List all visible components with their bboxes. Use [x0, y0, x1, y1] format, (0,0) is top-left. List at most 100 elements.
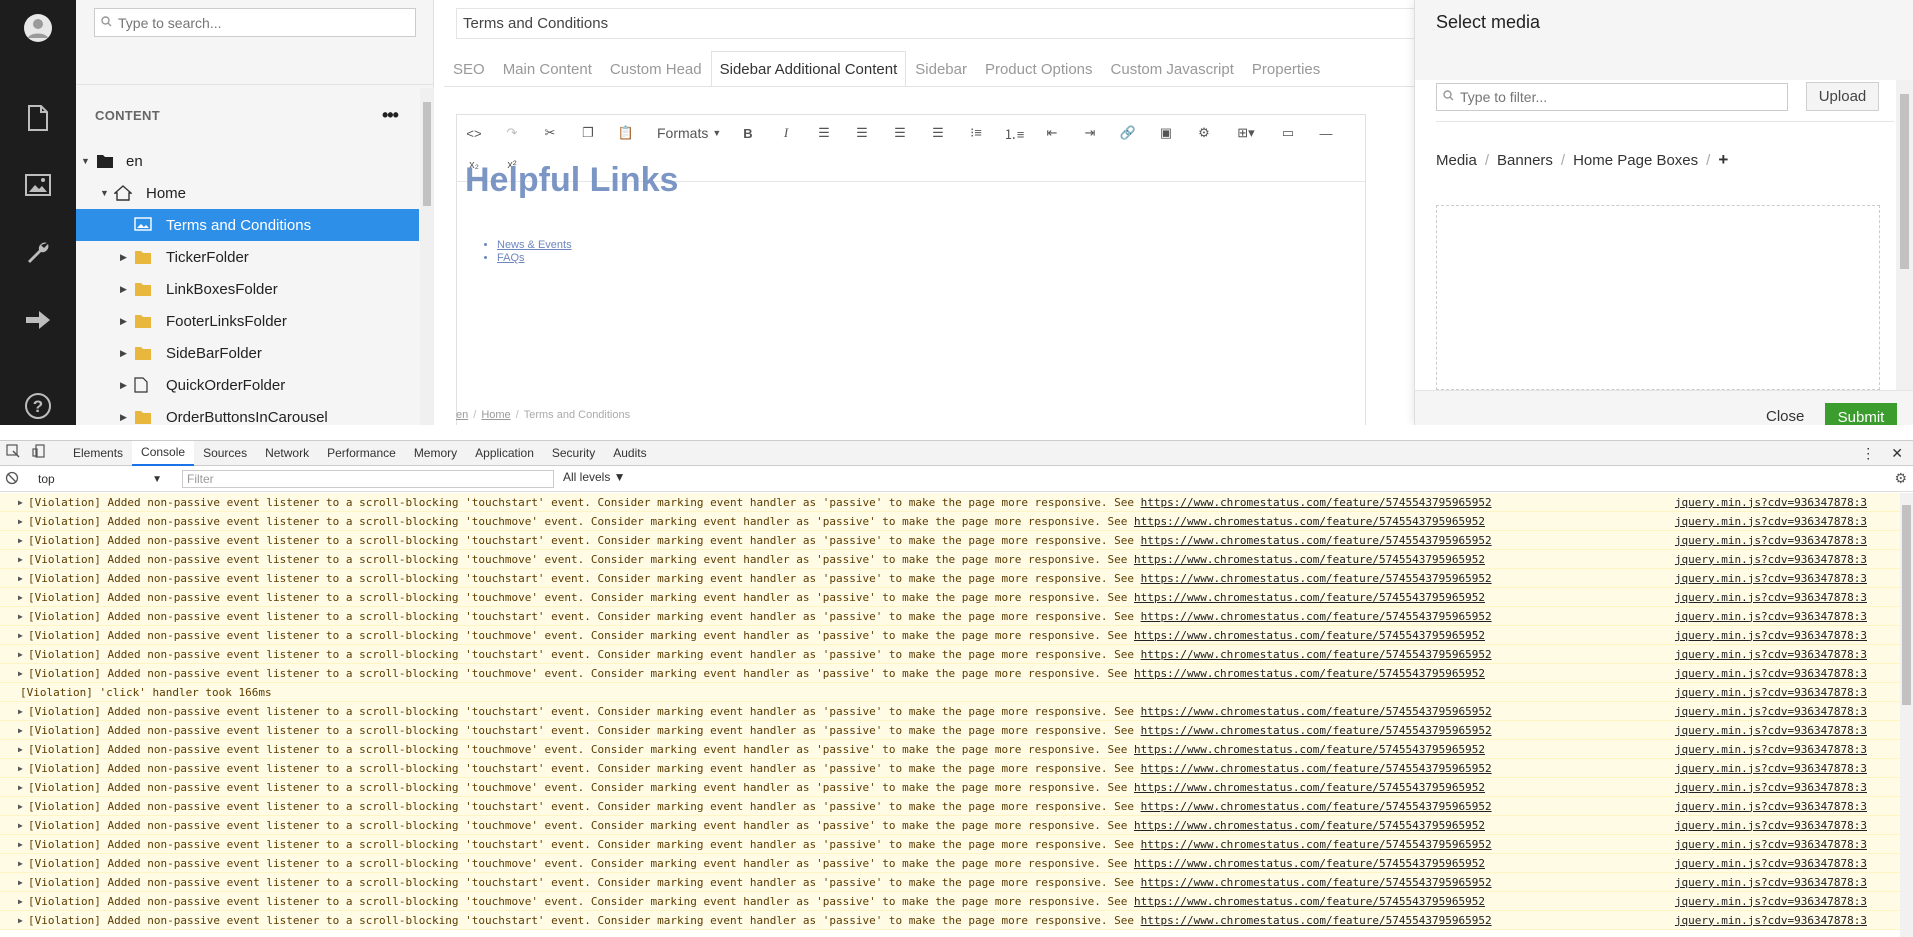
caret-right-icon[interactable]: ▶ [120, 252, 127, 263]
tab-main-content[interactable]: Main Content [494, 51, 601, 87]
expand-triangle-icon[interactable]: ▶ [18, 878, 23, 887]
submit-button[interactable]: Submit [1825, 403, 1897, 425]
chromestatus-link[interactable]: https://www.chromestatus.com/feature/574… [1134, 857, 1485, 870]
tree-node[interactable]: ▶ LinkBoxesFolder [76, 273, 419, 305]
chromestatus-link[interactable]: https://www.chromestatus.com/feature/574… [1134, 591, 1485, 604]
bullet-list-icon[interactable]: ⁝≡ [963, 121, 989, 145]
chromestatus-link[interactable]: https://www.chromestatus.com/feature/574… [1141, 572, 1492, 585]
expand-triangle-icon[interactable]: ▶ [18, 555, 23, 564]
console-message[interactable]: ▶ [Violation] Added non-passive event lis… [0, 816, 1900, 835]
table-icon[interactable]: ⊞▾ [1229, 121, 1263, 145]
devtools-tab-sources[interactable]: Sources [194, 441, 256, 466]
chromestatus-link[interactable]: https://www.chromestatus.com/feature/574… [1134, 743, 1485, 756]
expand-triangle-icon[interactable]: ▶ [18, 859, 23, 868]
log-levels-dropdown[interactable]: All levels ▼ [563, 470, 626, 484]
media-filter[interactable] [1436, 83, 1788, 111]
caret-right-icon[interactable]: ▶ [120, 380, 127, 391]
console-message[interactable]: [Violation] 'click' handler took 166ms jq… [0, 683, 1900, 702]
console-message[interactable]: ▶ [Violation] Added non-passive event lis… [0, 892, 1900, 911]
source-link[interactable]: jquery.min.js?cdv=936347878:3 [1675, 781, 1867, 794]
devtools-tab-performance[interactable]: Performance [318, 441, 405, 466]
cut-icon[interactable]: ✂ [537, 121, 563, 145]
tree-node[interactable]: ▶ QuickOrderFolder [76, 369, 419, 401]
source-link[interactable]: jquery.min.js?cdv=936347878:3 [1675, 610, 1867, 623]
console-message[interactable]: ▶ [Violation] Added non-passive event lis… [0, 702, 1900, 721]
search-input[interactable] [118, 14, 398, 31]
devtools-tab-network[interactable]: Network [256, 441, 318, 466]
devtools-tab-elements[interactable]: Elements [64, 441, 132, 466]
tree-node[interactable]: ▼ en [76, 145, 419, 177]
expand-triangle-icon[interactable]: ▶ [18, 669, 23, 678]
expand-triangle-icon[interactable]: ▶ [18, 517, 23, 526]
outdent-icon[interactable]: ⇤ [1039, 121, 1065, 145]
source-link[interactable]: jquery.min.js?cdv=936347878:3 [1675, 667, 1867, 680]
expand-triangle-icon[interactable]: ▶ [18, 498, 23, 507]
tab-custom-head[interactable]: Custom Head [601, 51, 711, 87]
tree-node[interactable]: ▶ FooterLinksFolder [76, 305, 419, 337]
expand-triangle-icon[interactable]: ▶ [18, 764, 23, 773]
document-icon[interactable] [0, 90, 76, 146]
devtools-tab-security[interactable]: Security [543, 441, 604, 466]
add-folder-icon[interactable]: + [1718, 150, 1728, 170]
insert-image-icon[interactable]: ▣ [1153, 121, 1179, 145]
console-message[interactable]: ▶ [Violation] Added non-passive event lis… [0, 588, 1900, 607]
chromestatus-link[interactable]: https://www.chromestatus.com/feature/574… [1141, 496, 1492, 509]
chromestatus-link[interactable]: https://www.chromestatus.com/feature/574… [1134, 895, 1485, 908]
source-link[interactable]: jquery.min.js?cdv=936347878:3 [1675, 819, 1867, 832]
source-link[interactable]: jquery.min.js?cdv=936347878:3 [1675, 762, 1867, 775]
tab-custom-javascript[interactable]: Custom Javascript [1102, 51, 1243, 87]
tree-actions-menu-icon[interactable]: ••• [382, 105, 399, 126]
console-scrollbar[interactable] [1900, 493, 1913, 937]
italic-icon[interactable]: I [773, 121, 799, 145]
source-link[interactable]: jquery.min.js?cdv=936347878:3 [1675, 705, 1867, 718]
align-justify-icon[interactable]: ☰ [925, 121, 951, 145]
chromestatus-link[interactable]: https://www.chromestatus.com/feature/574… [1134, 819, 1485, 832]
breadcrumb-en[interactable]: en [456, 409, 468, 421]
caret-right-icon[interactable]: ▶ [120, 284, 127, 295]
news-events-link[interactable]: News & Events [497, 239, 572, 251]
expand-triangle-icon[interactable]: ▶ [18, 916, 23, 925]
console-message[interactable]: ▶ [Violation] Added non-passive event lis… [0, 797, 1900, 816]
document-title-field[interactable]: Terms and Conditions [456, 8, 1426, 39]
console-message[interactable]: ▶ [Violation] Added non-passive event lis… [0, 607, 1900, 626]
tree-search[interactable] [94, 8, 416, 37]
expand-triangle-icon[interactable]: ▶ [18, 840, 23, 849]
redo-icon[interactable]: ↷ [499, 121, 525, 145]
align-right-icon[interactable]: ☰ [887, 121, 913, 145]
chromestatus-link[interactable]: https://www.chromestatus.com/feature/574… [1141, 762, 1492, 775]
tree-node[interactable]: ▶ TickerFolder [76, 241, 419, 273]
console-message[interactable]: ▶ [Violation] Added non-passive event lis… [0, 664, 1900, 683]
gear-icon[interactable]: ⚙ [1894, 470, 1907, 487]
chromestatus-link[interactable]: https://www.chromestatus.com/feature/574… [1141, 800, 1492, 813]
scrollbar-thumb[interactable] [1900, 94, 1909, 269]
horizontal-rule-icon[interactable]: — [1313, 121, 1339, 145]
caret-right-icon[interactable]: ▶ [120, 316, 127, 327]
expand-triangle-icon[interactable]: ▶ [18, 802, 23, 811]
tree-node[interactable]: ▶ OrderButtonsInCarousel [76, 401, 419, 426]
close-icon[interactable]: ✕ [1891, 445, 1903, 462]
clear-console-icon[interactable] [5, 471, 19, 490]
wrench-icon[interactable] [0, 225, 76, 281]
source-link[interactable]: jquery.min.js?cdv=936347878:3 [1675, 800, 1867, 813]
expand-triangle-icon[interactable]: ▶ [18, 612, 23, 621]
media-crumb-banners[interactable]: Banners [1497, 152, 1553, 169]
source-link[interactable]: jquery.min.js?cdv=936347878:3 [1675, 876, 1867, 889]
tab-sidebar[interactable]: Sidebar [906, 51, 976, 87]
caret-right-icon[interactable]: ▶ [120, 348, 127, 359]
console-message[interactable]: ▶ [Violation] Added non-passive event lis… [0, 512, 1900, 531]
source-link[interactable]: jquery.min.js?cdv=936347878:3 [1675, 743, 1867, 756]
source-link[interactable]: jquery.min.js?cdv=936347878:3 [1675, 553, 1867, 566]
tree-node[interactable]: ▼ Home [76, 177, 419, 209]
filter-input[interactable] [1460, 89, 1760, 105]
console-message[interactable]: ▶ [Violation] Added non-passive event lis… [0, 759, 1900, 778]
devtools-tab-memory[interactable]: Memory [405, 441, 466, 466]
expand-triangle-icon[interactable]: ▶ [18, 897, 23, 906]
scrollbar-thumb[interactable] [1902, 505, 1911, 705]
chromestatus-link[interactable]: https://www.chromestatus.com/feature/574… [1141, 610, 1492, 623]
align-left-icon[interactable]: ☰ [811, 121, 837, 145]
expand-triangle-icon[interactable]: ▶ [18, 745, 23, 754]
devtools-tab-application[interactable]: Application [466, 441, 543, 466]
devtools-tab-audits[interactable]: Audits [604, 441, 655, 466]
more-options-icon[interactable]: ⋮ [1861, 445, 1875, 462]
chromestatus-link[interactable]: https://www.chromestatus.com/feature/574… [1134, 667, 1485, 680]
